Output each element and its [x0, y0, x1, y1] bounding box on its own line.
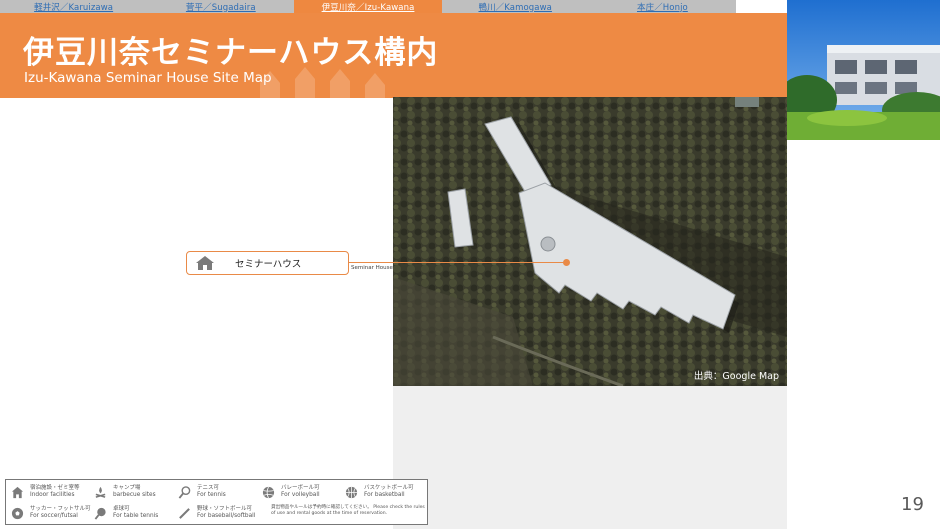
- home-icon: [196, 256, 214, 270]
- legend-item-volleyball: バレーボール可 For volleyball: [262, 485, 320, 499]
- legend-jp: キャンプ場: [113, 485, 141, 491]
- home-icon: [11, 486, 24, 499]
- nav-link-sugadaira[interactable]: 菅平／Sugadaira: [147, 0, 294, 13]
- legend-en: For baseball/softball: [197, 513, 256, 519]
- legend-jp: 宿泊施設・ゼミ室等: [30, 485, 80, 491]
- page-header: 伊豆川奈セミナーハウス構内 Izu-Kawana Seminar House S…: [0, 13, 787, 98]
- tennis-icon: [178, 486, 191, 499]
- seminar-house-label[interactable]: セミナーハウス: [186, 251, 349, 275]
- nav-link-honjo[interactable]: 本庄／Honjo: [589, 0, 736, 13]
- facility-legend: 宿泊施設・ゼミ室等 Indoor facilities キャンプ場 barbecue…: [5, 479, 428, 525]
- legend-note: 貸出物品やルールは予約時に確認してください。 Please check the …: [271, 505, 425, 516]
- legend-item-tennis: テニス可 For tennis: [178, 485, 226, 499]
- soccer-icon: [11, 507, 24, 520]
- legend-en: For table tennis: [113, 513, 159, 519]
- legend-jp: サッカー・フットサル可: [30, 506, 91, 512]
- legend-item-soccer: サッカー・フットサル可 For soccer/futsal: [11, 506, 91, 520]
- legend-en: barbecue sites: [113, 492, 156, 498]
- legend-en: For volleyball: [281, 492, 320, 498]
- leader-line: [349, 262, 567, 263]
- page-number: 19: [901, 494, 924, 515]
- legend-jp: バレーボール可: [281, 485, 320, 491]
- legend-en: For basketball: [364, 492, 405, 498]
- legend-jp: 野球・ソフトボール可: [197, 506, 253, 512]
- page-subtitle: Izu-Kawana Seminar House Site Map: [24, 70, 272, 86]
- legend-item-indoor: 宿泊施設・ゼミ室等 Indoor facilities: [11, 485, 80, 499]
- legend-jp: 卓球可: [113, 506, 130, 512]
- nav-link-kamogawa[interactable]: 鴨川／Kamogawa: [442, 0, 589, 13]
- legend-en: Indoor facilities: [30, 492, 75, 498]
- nav-link-izu-kawana[interactable]: 伊豆川奈／Izu-Kawana: [294, 0, 442, 13]
- location-marker-dot[interactable]: [563, 259, 570, 266]
- basketball-icon: [345, 486, 358, 499]
- legend-en: For tennis: [197, 492, 226, 498]
- legend-jp: テニス可: [197, 485, 220, 491]
- satellite-map[interactable]: 出典：Google Map: [393, 97, 787, 386]
- legend-jp: バスケットボール可: [364, 485, 414, 491]
- page-title: 伊豆川奈セミナーハウス構内: [23, 35, 439, 71]
- seminar-house-label-text: セミナーハウス: [235, 259, 302, 270]
- nav-link-karuizawa[interactable]: 軽井沢／Karuizawa: [0, 0, 147, 13]
- baseball-icon: [179, 508, 190, 519]
- legend-item-basketball: バスケットボール可 For basketball: [345, 485, 414, 499]
- seminar-house-photo: [787, 0, 940, 140]
- legend-en: For soccer/futsal: [30, 513, 78, 519]
- slide-page: 軽井沢／Karuizawa 菅平／Sugadaira 伊豆川奈／Izu-Kawa…: [0, 0, 940, 529]
- volleyball-icon: [262, 486, 275, 499]
- campus-nav-bar: 軽井沢／Karuizawa 菅平／Sugadaira 伊豆川奈／Izu-Kawa…: [0, 0, 736, 13]
- map-credit: 出典：Google Map: [693, 371, 779, 382]
- campfire-icon: [95, 486, 106, 498]
- leader-caption: Seminar House: [351, 265, 393, 271]
- legend-item-baseball: 野球・ソフトボール可 For baseball/softball: [178, 506, 255, 520]
- legend-item-table-tennis: 卓球可 For table tennis: [94, 506, 158, 520]
- legend-item-camp: キャンプ場 barbecue sites: [94, 485, 156, 499]
- table-tennis-icon: [94, 507, 106, 520]
- map-footer-panel: [393, 386, 787, 529]
